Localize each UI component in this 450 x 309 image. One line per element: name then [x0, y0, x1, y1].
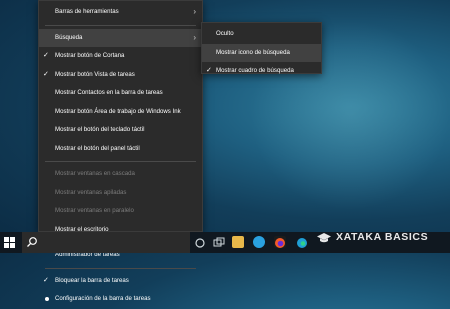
start-button[interactable]	[4, 237, 15, 248]
menu-separator	[45, 24, 196, 26]
menu-item-toolbars[interactable]: Barras de herramientas ›	[39, 3, 202, 22]
menu-item-cascade-windows: Mostrar ventanas en cascada	[39, 165, 202, 184]
menu-item-label: Oculto	[216, 30, 234, 37]
multitask-glyph-icon	[213, 237, 225, 247]
task-view-icon[interactable]	[194, 236, 206, 248]
checkmark-icon: ✓	[43, 52, 49, 59]
menu-item-label: Mostrar botón de Cortana	[55, 52, 125, 59]
menu-item-show-windows-ink[interactable]: Mostrar botón Área de trabajo de Windows…	[39, 103, 202, 122]
search-icon	[27, 237, 37, 247]
menu-item-label: Mostrar el botón del teclado táctil	[55, 126, 145, 133]
menu-item-label: Bloquear la barra de tareas	[55, 276, 129, 284]
windows-logo-icon	[4, 243, 9, 248]
menu-separator	[45, 267, 196, 269]
menu-item-label: Mostrar cuadro de búsqueda	[216, 67, 294, 74]
menu-item-label: Mostrar Contactos en la barra de tareas	[55, 89, 163, 96]
graduation-cap-icon	[317, 233, 331, 243]
menu-item-label: Configuración de la barra de tareas	[55, 295, 151, 302]
firefox-glyph-icon	[275, 238, 285, 248]
menu-item-show-touch-keyboard[interactable]: Mostrar el botón del teclado táctil	[39, 121, 202, 140]
menu-item-show-touchpad[interactable]: Mostrar el botón del panel táctil	[39, 140, 202, 159]
checkmark-icon: ✓	[43, 70, 49, 78]
menu-item-label: Mostrar ventanas en paralelo	[55, 207, 134, 214]
menu-item-label: Mostrar ventanas apiladas	[55, 188, 127, 196]
taskbar-context-menu: Barras de herramientas › Búsqueda › ✓ Mo…	[38, 0, 203, 302]
windows-logo-icon	[10, 243, 15, 248]
file-explorer-icon[interactable]	[232, 236, 244, 248]
menu-item-show-task-view-button[interactable]: ✓ Mostrar botón Vista de tareas	[39, 66, 202, 85]
submenu-item-show-search-box[interactable]: ✓ Mostrar cuadro de búsqueda	[202, 62, 321, 81]
firefox-icon[interactable]	[274, 236, 286, 248]
menu-separator	[45, 161, 196, 162]
menu-item-label: Barras de herramientas	[55, 8, 119, 15]
watermark-text: XATAKA BASICS	[336, 231, 429, 243]
bullet-icon	[45, 297, 49, 301]
submenu-item-hidden[interactable]: Oculto	[202, 25, 321, 44]
edge-glyph-icon	[297, 238, 307, 248]
chevron-right-icon: ›	[193, 32, 196, 42]
menu-item-show-cortana-button[interactable]: ✓ Mostrar botón de Cortana	[39, 47, 202, 66]
windows-logo-icon	[4, 237, 9, 242]
menu-item-show-contacts[interactable]: Mostrar Contactos en la barra de tareas	[39, 84, 202, 103]
menu-item-side-by-side-windows: Mostrar ventanas en paralelo	[39, 202, 202, 221]
menu-item-taskbar-settings[interactable]: Configuración de la barra de tareas	[39, 290, 202, 309]
menu-item-label: Búsqueda	[55, 33, 83, 41]
menu-item-label: Mostrar botón Vista de tareas	[55, 70, 135, 78]
windows-logo-icon	[10, 237, 15, 242]
menu-item-label: Mostrar el botón del panel táctil	[55, 144, 140, 152]
menu-item-label: Mostrar ventanas en cascada	[55, 170, 135, 177]
menu-item-label: Mostrar icono de búsqueda	[216, 48, 290, 56]
chevron-right-icon: ›	[193, 7, 196, 16]
multitask-icon[interactable]	[213, 236, 225, 248]
menu-item-stack-windows: Mostrar ventanas apiladas	[39, 184, 202, 203]
search-submenu: Oculto Mostrar icono de búsqueda ✓ Mostr…	[201, 22, 322, 74]
submenu-item-show-search-icon[interactable]: Mostrar icono de búsqueda	[202, 43, 321, 62]
checkmark-icon: ✓	[43, 276, 49, 284]
menu-item-search[interactable]: Búsqueda ›	[39, 28, 202, 47]
task-view-glyph-icon	[195, 238, 205, 248]
menu-item-lock-taskbar[interactable]: ✓ Bloquear la barra de tareas	[39, 272, 202, 291]
telegram-icon[interactable]	[253, 236, 265, 248]
search-box[interactable]	[22, 232, 190, 253]
checkmark-icon: ✓	[206, 67, 212, 74]
menu-item-label: Mostrar botón Área de trabajo de Windows…	[55, 107, 181, 115]
edge-icon[interactable]	[296, 236, 308, 248]
